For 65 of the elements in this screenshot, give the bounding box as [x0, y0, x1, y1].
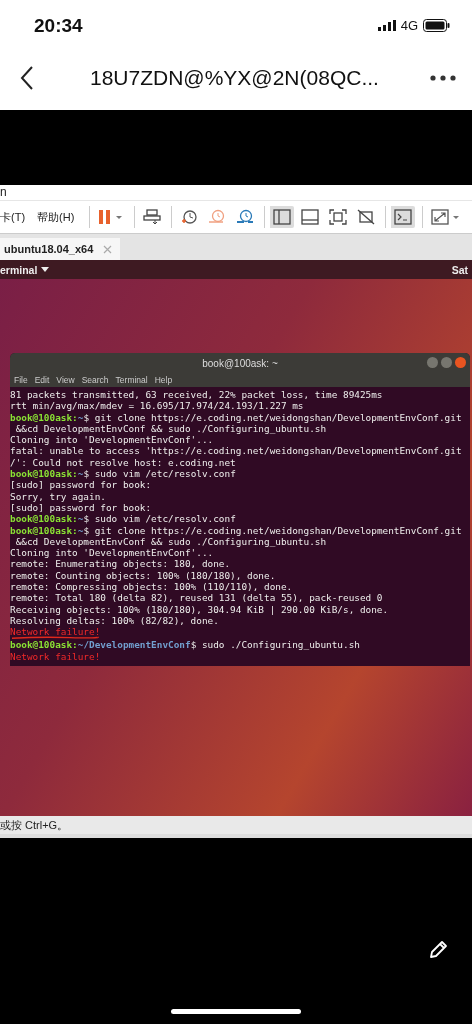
prompt-user: book@100ask: — [10, 639, 78, 651]
clock-icon — [208, 209, 227, 225]
maximize-button[interactable] — [441, 357, 452, 368]
clock-plus-icon — [180, 209, 199, 225]
command-text: $ git clone https://e.coding.net/weidongshan/DevelopmentEnvConf.git — [83, 524, 462, 536]
prompt-path: ~/DevelopmentEnvConf — [77, 639, 191, 651]
status-text: 或按 Ctrl+G。 — [0, 819, 69, 831]
output-text: Cloning into 'DevelopmentEnvConf'... — [10, 547, 214, 559]
prompt-path: ~ — [77, 513, 84, 525]
prompt-user: book@100ask: — [10, 468, 78, 480]
menu-item[interactable]: Search — [81, 375, 109, 385]
library-toolbar-button[interactable] — [264, 206, 295, 228]
vm-tab[interactable]: ubuntu18.04_x64 — [0, 238, 121, 260]
output-text: [sudo] password for book: — [10, 479, 152, 491]
output-text: &&cd DevelopmentEnvConf && sudo ./Configuring_ubuntu.sh — [14, 535, 327, 547]
output-text: /': Could not resolve host: e.coding.net — [10, 456, 236, 468]
output-text: [sudo] password for book: — [10, 501, 152, 513]
battery-icon — [423, 19, 450, 32]
output-text: Sorry, try again. — [10, 490, 106, 502]
prompt-path: ~ — [77, 411, 84, 423]
console-toolbar-button[interactable] — [385, 206, 416, 228]
menu-item[interactable]: Help — [154, 375, 173, 385]
menu-item[interactable]: Edit — [34, 375, 50, 385]
command-text: $ sudo ./Configuring_ubuntu.sh — [190, 639, 360, 651]
more-icon[interactable] — [430, 74, 456, 81]
menu-item[interactable]: 卡(T) — [0, 209, 26, 225]
minimize-button[interactable] — [427, 357, 438, 368]
output-text: remote: Enumerating objects: 180, done. — [10, 558, 231, 570]
caret-icon — [41, 267, 50, 272]
status-time: 20:34 — [34, 14, 83, 37]
command-text: $ git clone https://e.coding.net/weidongshan/DevelopmentEnvConf.git — [83, 411, 462, 423]
output-text: fatal: unable to access 'https://e.coding.net/weidongshan/DevelopmentEnvConf.git — [10, 445, 462, 457]
prompt-user: book@100ask: — [10, 513, 78, 525]
command-text: $ sudo vim /etc/resolv.conf — [83, 513, 236, 525]
output-text: &&cd DevelopmentEnvConf && sudo ./Configuring_ubuntu.sh — [14, 422, 327, 434]
network-type: 4G — [400, 18, 418, 33]
menu-item[interactable]: View — [56, 375, 75, 385]
output-text: Resolving deltas: 100% (82/82), done. — [10, 614, 219, 626]
prompt-user: book@100ask: — [10, 411, 78, 423]
output-text: remote: Total 180 (delta 82), reused 131 (delta 55), pack-reused 0 — [10, 592, 383, 604]
clock: Sat — [451, 263, 468, 276]
prompt-path: ~ — [77, 468, 84, 480]
pencil-icon[interactable] — [427, 939, 449, 961]
output-text: remote: Compressing objects: 100% (110/110), done. — [10, 581, 293, 593]
app-menu[interactable]: erminal — [0, 263, 38, 276]
output-text: rtt min/avg/max/mdev = 16.695/17.974/24.193/1.227 ms — [10, 400, 304, 412]
error-text: Network failure! — [10, 626, 101, 638]
output-text: remote: Counting objects: 100% (180/180), done. — [10, 569, 276, 581]
window-title: n — [0, 185, 7, 199]
clock-icon — [236, 209, 255, 225]
error-text: Network failure! — [10, 650, 101, 662]
output-text: 81 packets transmitted, 63 received, 22% packet loss, time 89425ms — [10, 389, 383, 400]
terminal-title: book@100ask: ~ — [202, 357, 278, 369]
command-text: $ sudo vim /etc/resolv.conf — [83, 468, 236, 480]
back-icon[interactable] — [20, 64, 34, 91]
close-button[interactable] — [455, 357, 466, 368]
menu-item[interactable]: Terminal — [115, 375, 148, 385]
page-title: 18U7ZDN@%YX@2N(08QC... — [90, 65, 380, 90]
menu-item[interactable]: 帮助(H) — [37, 209, 75, 225]
output-text: Cloning into 'DevelopmentEnvConf'... — [10, 434, 214, 446]
signal-icon — [377, 20, 396, 31]
menu-item[interactable]: File — [14, 375, 28, 385]
prompt-user: book@100ask: — [10, 524, 78, 536]
prompt-path: ~ — [77, 524, 84, 536]
output-text: Receiving objects: 100% (180/180), 304.94 KiB | 290.00 KiB/s, done. — [10, 603, 389, 615]
